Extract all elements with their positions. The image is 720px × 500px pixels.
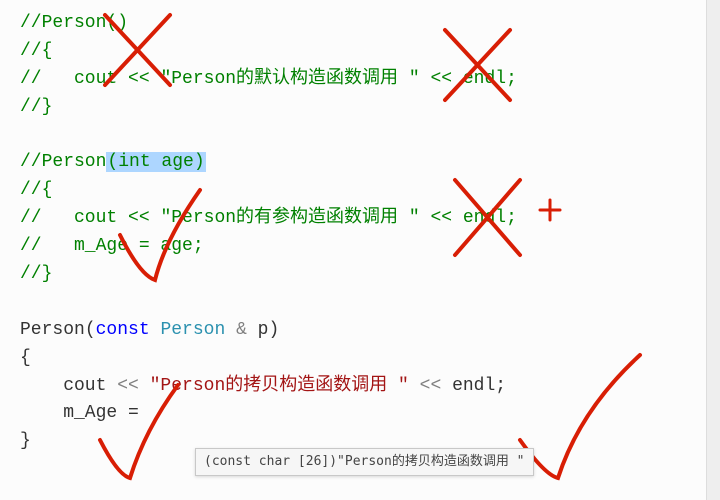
code-line: // m_Age = age; (20, 233, 700, 261)
brace: } (20, 431, 31, 451)
comment-text: // cout (20, 208, 128, 228)
param-name: p (258, 320, 269, 340)
comment-text: endl; (452, 208, 517, 228)
code-line: cout << "Person的拷贝构造函数调用 " << endl; (20, 373, 700, 401)
code-line: // cout << "Person的有参构造函数调用 " << endl; (20, 205, 700, 233)
class-name: Person (20, 320, 85, 340)
operator: << (430, 208, 452, 228)
code-editor[interactable]: //Person() //{ // cout << "Person的默认构造函数… (20, 10, 700, 456)
operator: << (128, 208, 150, 228)
code-line: { (20, 345, 700, 373)
code-line: //Person() (20, 10, 700, 38)
comment-text: //} (20, 97, 52, 117)
comment-text: //{ (20, 41, 52, 61)
code-line: //} (20, 261, 700, 289)
operator: << (420, 376, 442, 396)
operator: << (430, 69, 452, 89)
blank-line (20, 289, 700, 317)
code-line: // cout << "Person的默认构造函数调用 " << endl; (20, 66, 700, 94)
code-line: //} (20, 94, 700, 122)
code-line: m_Age = (20, 400, 700, 428)
operator: << (128, 69, 150, 89)
comment-text: //Person() (20, 13, 128, 33)
code-line: //{ (20, 177, 700, 205)
paren: ( (85, 320, 96, 340)
comment-text: // m_Age = age; (20, 236, 204, 256)
string-literal: "Person的默认构造函数调用 " (150, 69, 431, 89)
comment-text: endl; (452, 69, 517, 89)
assignment: m_Age = (20, 403, 150, 423)
paren: ) (268, 320, 279, 340)
blank-line (20, 122, 700, 150)
comment-text: //} (20, 264, 52, 284)
code-line: //{ (20, 38, 700, 66)
code-line: Person(const Person & p) (20, 317, 700, 345)
comment-text: //{ (20, 180, 52, 200)
string-literal: "Person的拷贝构造函数调用 " (139, 376, 420, 396)
brace: { (20, 348, 31, 368)
comment-text: // cout (20, 69, 128, 89)
reference-op: & (236, 320, 258, 340)
cout: cout (20, 376, 117, 396)
code-line: //Person(int age) (20, 149, 700, 177)
vertical-scrollbar[interactable] (706, 0, 720, 500)
type-name: Person (150, 320, 236, 340)
keyword-const: const (96, 320, 150, 340)
tooltip-text: (const char [26])"Person的拷贝构造函数调用 " (204, 454, 525, 469)
operator: << (117, 376, 139, 396)
hover-tooltip: (const char [26])"Person的拷贝构造函数调用 " (195, 448, 534, 476)
string-literal: "Person的有参构造函数调用 " (150, 208, 431, 228)
endl: endl; (441, 376, 506, 396)
comment-text: //Person (20, 152, 106, 172)
selection[interactable]: (int age) (106, 152, 205, 172)
